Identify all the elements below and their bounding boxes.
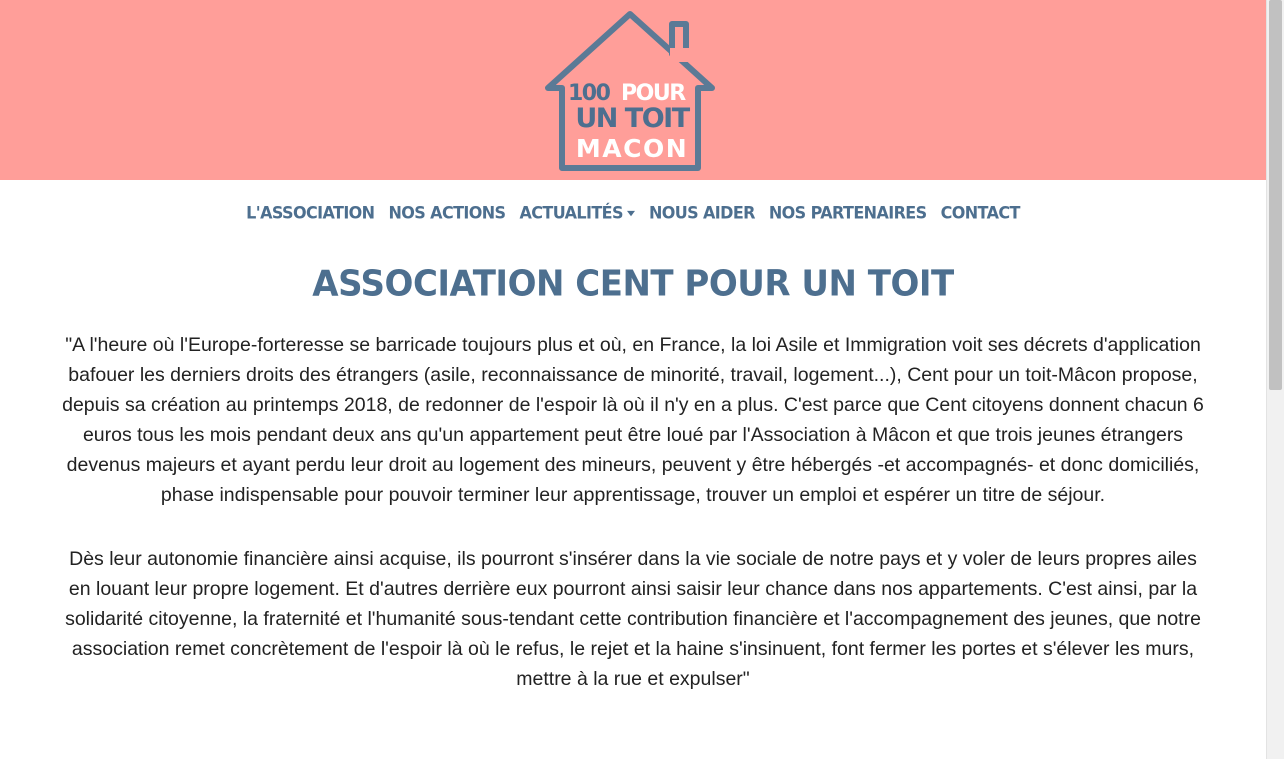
scrollbar-thumb[interactable] bbox=[1269, 0, 1282, 390]
nav-item-nous-aider[interactable]: NOUS AIDER bbox=[642, 202, 762, 223]
svg-text:MACON: MACON bbox=[576, 134, 688, 163]
nav-item-nos-actions[interactable]: NOS ACTIONS bbox=[381, 202, 512, 223]
intro-paragraph: "A l'heure où l'Europe-forteresse se bar… bbox=[62, 334, 1204, 506]
second-paragraph: Dès leur autonomie financière ainsi acqu… bbox=[65, 548, 1201, 690]
nav-item-label: NOS PARTENAIRES bbox=[768, 201, 927, 223]
header-banner: 100 POUR UN TOIT MACON bbox=[0, 0, 1266, 180]
caret-down-icon bbox=[626, 209, 635, 216]
page-title: ASSOCIATION CENT POUR UN TOIT bbox=[312, 263, 954, 305]
house-logo-icon: 100 POUR UN TOIT MACON bbox=[545, 11, 715, 171]
page: 100 POUR UN TOIT MACON L'ASSOCIATION NOS… bbox=[0, 0, 1266, 759]
nav-item-label: L'ASSOCIATION bbox=[246, 201, 375, 223]
nav-item-label: CONTACT bbox=[940, 201, 1021, 223]
nav-item-actualites-dropdown[interactable]: ACTUALITÉS bbox=[512, 201, 641, 223]
main-navigation: L'ASSOCIATION NOS ACTIONS ACTUALITÉS NOU… bbox=[0, 180, 1266, 244]
nav-item-contact[interactable]: CONTACT bbox=[934, 202, 1027, 223]
nav-item-association[interactable]: L'ASSOCIATION bbox=[239, 202, 381, 223]
nav-item-nos-partenaires[interactable]: NOS PARTENAIRES bbox=[762, 202, 934, 223]
nav-item-label: NOUS AIDER bbox=[648, 201, 756, 223]
main-content: "A l'heure où l'Europe-forteresse se bar… bbox=[58, 330, 1208, 694]
nav-item-label: NOS ACTIONS bbox=[388, 201, 506, 223]
vertical-scrollbar[interactable] bbox=[1266, 0, 1284, 759]
nav-item-label: ACTUALITÉS bbox=[519, 201, 623, 223]
svg-text:UN TOIT: UN TOIT bbox=[575, 103, 690, 134]
site-logo[interactable]: 100 POUR UN TOIT MACON bbox=[544, 8, 722, 172]
